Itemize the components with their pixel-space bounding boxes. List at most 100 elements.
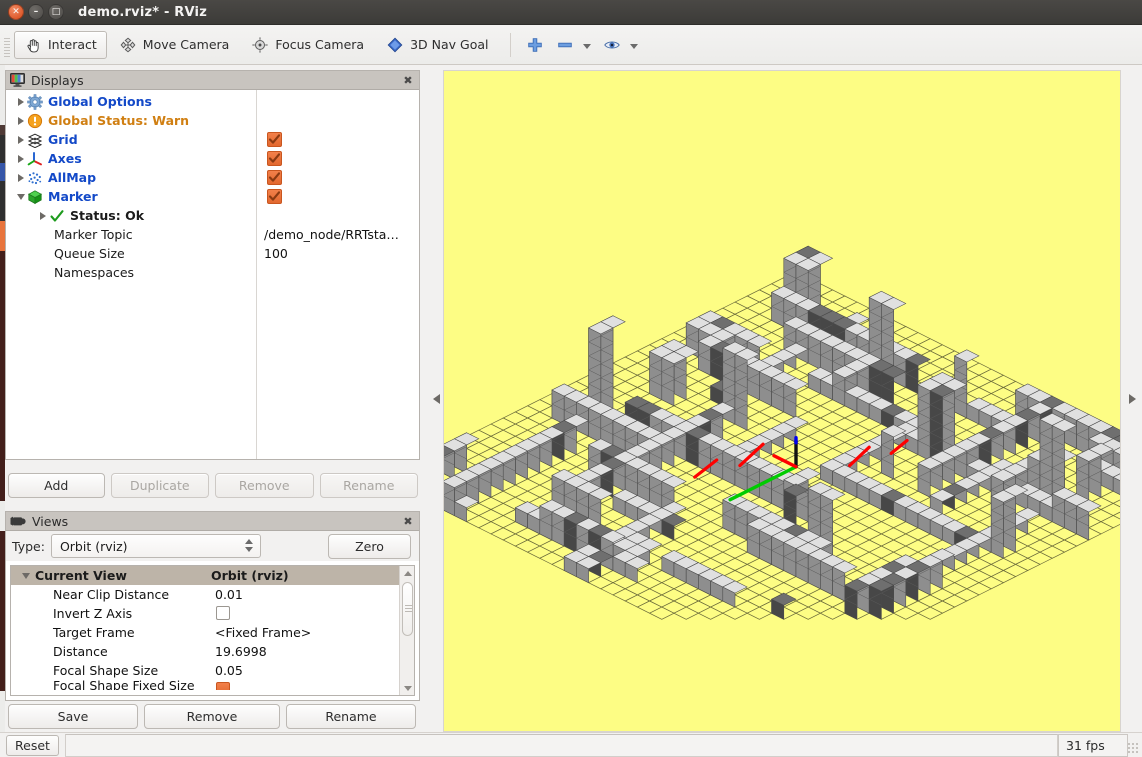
display-enabled-checkbox[interactable]: [267, 151, 282, 166]
toolbar-drag-handle[interactable]: [2, 31, 12, 58]
view-prop-key: Target Frame: [53, 625, 135, 640]
displays-button-row: Add Duplicate Remove Rename: [8, 473, 419, 498]
displays-panel-header: Displays ✖: [6, 71, 419, 90]
view-type-select[interactable]: Orbit (rviz): [50, 534, 261, 558]
views-scrollbar[interactable]: [399, 566, 414, 695]
tool-move-camera[interactable]: Move Camera: [109, 31, 240, 59]
right-panel-expand-icon[interactable]: [1126, 394, 1138, 404]
scrollbar-thumb[interactable]: [402, 582, 413, 636]
displays-panel: Displays ✖ Global Options Global Status:…: [5, 70, 420, 460]
display-label: Status: Ok: [70, 208, 145, 223]
invert-z-axis-checkbox[interactable]: [216, 606, 230, 620]
add-button[interactable]: Add: [8, 473, 105, 498]
tool-interact-label: Interact: [48, 37, 97, 52]
close-button[interactable]: ✕: [8, 4, 24, 20]
tool-focus-camera[interactable]: Focus Camera: [241, 31, 374, 59]
fps-indicator: 31 fps: [1058, 733, 1128, 757]
expander-icon[interactable]: [36, 211, 49, 220]
displays-tree[interactable]: Global Options Global Status: Warn Grid …: [6, 90, 419, 459]
display-value[interactable]: /demo_node/RRTsta…: [264, 227, 399, 242]
views-close-icon[interactable]: ✖: [401, 514, 415, 528]
rename-view-button[interactable]: Rename: [286, 704, 416, 729]
view-prop-value[interactable]: 0.01: [215, 587, 243, 602]
tool-remove[interactable]: [551, 31, 596, 59]
display-enabled-checkbox[interactable]: [267, 132, 282, 147]
octomap-scene: [444, 245, 1120, 620]
display-row-marker[interactable]: Marker: [6, 187, 419, 206]
tool-visibility[interactable]: [598, 31, 643, 59]
minimize-button[interactable]: –: [28, 4, 44, 20]
display-row-allmap[interactable]: AllMap: [6, 168, 419, 187]
window-controls: ✕ – □: [0, 4, 64, 20]
scroll-down-arrow-icon[interactable]: [400, 681, 414, 695]
scrollbar-grip-icon: [405, 605, 412, 612]
display-label: Namespaces: [54, 265, 135, 280]
display-row-queue-size[interactable]: Queue Size 100: [6, 244, 419, 263]
display-label: Marker: [48, 189, 98, 204]
displays-close-icon[interactable]: ✖: [401, 73, 415, 87]
check-icon: [50, 209, 64, 222]
zero-button[interactable]: Zero: [328, 533, 411, 559]
view-prop-invert-z-axis[interactable]: Invert Z Axis: [11, 604, 414, 623]
remove-view-button[interactable]: Remove: [144, 704, 280, 729]
left-panel-collapse-icon[interactable]: [430, 394, 442, 404]
save-view-button[interactable]: Save: [8, 704, 138, 729]
rename-display-button[interactable]: Rename: [319, 473, 419, 498]
display-enabled-checkbox[interactable]: [267, 189, 282, 204]
tool-add[interactable]: [521, 31, 549, 59]
view-prop-value[interactable]: 0.05: [215, 663, 243, 678]
expander-icon[interactable]: [14, 173, 27, 182]
view-prop-focal-shape-fixed-size[interactable]: Focal Shape Fixed Size: [11, 680, 414, 690]
display-row-marker-topic[interactable]: Marker Topic /demo_node/RRTsta…: [6, 225, 419, 244]
remove-dropdown-arrow[interactable]: [583, 44, 592, 49]
expander-icon[interactable]: [14, 154, 27, 163]
views-tree-header: Current View Orbit (rviz): [11, 566, 414, 585]
resize-grip-icon[interactable]: [1127, 742, 1139, 754]
display-row-global-options[interactable]: Global Options: [6, 92, 419, 111]
maximize-button[interactable]: □: [48, 4, 64, 20]
view-prop-key: Near Clip Distance: [53, 587, 170, 602]
display-label: Marker Topic: [54, 227, 133, 242]
expander-icon[interactable]: [14, 193, 27, 200]
render-viewport-3d[interactable]: [443, 70, 1121, 732]
focal-shape-fixed-size-checkbox[interactable]: [216, 682, 230, 690]
views-header-col2: Orbit (rviz): [211, 568, 289, 583]
move-camera-icon: [120, 37, 136, 52]
duplicate-button[interactable]: Duplicate: [110, 473, 210, 498]
tool-interact[interactable]: Interact: [14, 30, 107, 59]
nav-goal-diamond-icon: [387, 37, 403, 52]
display-row-global-status[interactable]: Global Status: Warn: [6, 111, 419, 130]
expander-icon[interactable]: [14, 97, 27, 106]
expander-icon[interactable]: [14, 135, 27, 144]
display-enabled-checkbox[interactable]: [267, 170, 282, 185]
view-prop-near-clip-distance[interactable]: Near Clip Distance 0.01: [11, 585, 414, 604]
views-properties-tree[interactable]: Current View Orbit (rviz) Near Clip Dist…: [10, 565, 415, 696]
scroll-up-arrow-icon[interactable]: [400, 566, 414, 580]
display-value[interactable]: 100: [264, 246, 288, 261]
spinner-arrows-icon[interactable]: [244, 539, 253, 552]
display-row-namespaces[interactable]: Namespaces: [6, 263, 419, 282]
display-row-status-ok[interactable]: Status: Ok: [6, 206, 419, 225]
display-label: AllMap: [48, 170, 97, 185]
visibility-dropdown-arrow[interactable]: [630, 44, 639, 49]
views-panel-header: Views ✖: [6, 512, 419, 531]
display-label: Global Options: [48, 94, 152, 109]
warning-icon: [27, 113, 43, 128]
reset-button[interactable]: Reset: [6, 734, 59, 756]
view-prop-value[interactable]: 19.6998: [215, 644, 267, 659]
gear-icon: [27, 93, 43, 110]
view-prop-target-frame[interactable]: Target Frame <Fixed Frame>: [11, 623, 414, 642]
display-row-axes[interactable]: Axes: [6, 149, 419, 168]
focus-camera-icon: [252, 36, 268, 53]
eye-icon: [604, 40, 621, 49]
views-button-row: Save Remove Rename: [8, 704, 418, 729]
remove-display-button[interactable]: Remove: [215, 473, 314, 498]
expander-icon[interactable]: [14, 116, 27, 125]
view-prop-focal-shape-size[interactable]: Focal Shape Size 0.05: [11, 661, 414, 680]
grid-icon: [27, 133, 43, 148]
view-prop-value[interactable]: <Fixed Frame>: [215, 625, 311, 640]
tool-3d-nav-goal[interactable]: 3D Nav Goal: [376, 31, 498, 59]
expander-icon[interactable]: [17, 572, 35, 579]
display-row-grid[interactable]: Grid: [6, 130, 419, 149]
view-prop-distance[interactable]: Distance 19.6998: [11, 642, 414, 661]
